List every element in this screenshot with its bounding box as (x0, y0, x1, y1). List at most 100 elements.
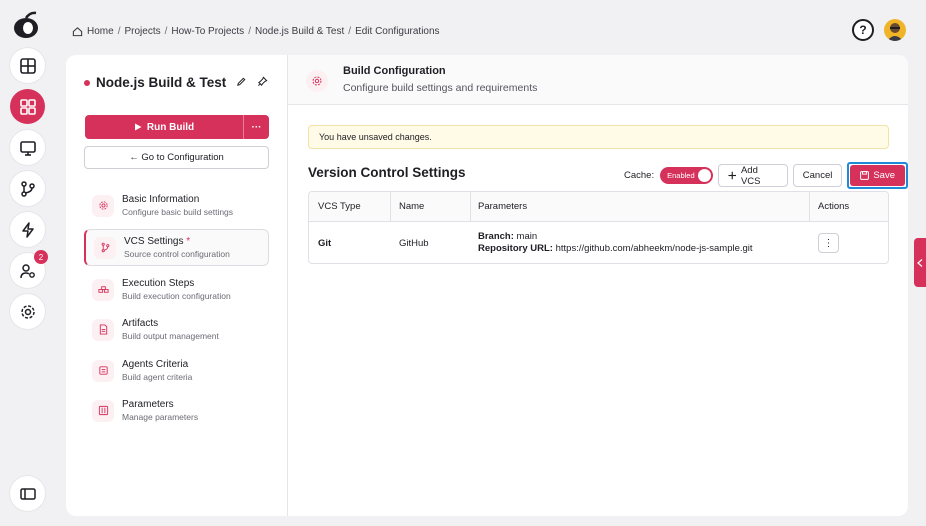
avatar[interactable] (884, 19, 906, 41)
gear-icon (306, 70, 328, 92)
rail-automation-button[interactable] (10, 212, 45, 247)
run-build-more-button[interactable]: ··· (243, 115, 269, 139)
nav-vcs-settings[interactable]: VCS Settings * Source control configurat… (84, 229, 269, 266)
main-card: Node.js Build & Test Run Build ··· ← Go … (66, 55, 908, 516)
monitor-icon (19, 140, 36, 156)
rail-projects-button[interactable] (10, 89, 45, 124)
table-header: VCS Type Name Parameters Actions (309, 192, 888, 222)
nav-text: Artifacts Build output management (122, 318, 219, 341)
nav-subtitle: Build agent criteria (122, 372, 193, 382)
run-build-main[interactable]: Run Build (85, 115, 243, 139)
vcs-parameters-cell: Branch: main Repository URL: https://git… (471, 222, 810, 263)
edit-icon[interactable] (236, 76, 247, 87)
user-gear-icon (19, 263, 35, 278)
nav-text: Agents Criteria Build agent criteria (122, 359, 192, 382)
nav-icon-wrap (92, 318, 114, 341)
nav-text: Basic Information Configure basic build … (122, 194, 233, 217)
nav-icon-wrap (92, 359, 114, 382)
cache-toggle[interactable]: Enabled (660, 167, 714, 184)
nav-title: Execution Steps (122, 278, 195, 289)
project-title: Node.js Build & Test (84, 75, 226, 90)
repo-value: https://github.com/abheekm/node-js-sampl… (555, 243, 753, 254)
grid-icon (19, 98, 36, 115)
row-actions-button[interactable]: ⋮ (818, 233, 839, 253)
nav-text: Execution Steps Build execution configur… (122, 278, 231, 301)
nav-basic-information[interactable]: Basic Information Configure basic build … (84, 187, 269, 224)
column-header: VCS Type (309, 192, 391, 221)
nav-subtitle: Build output management (122, 331, 219, 341)
nav-title: Basic Information (122, 194, 200, 205)
nav-title: Parameters (122, 399, 174, 410)
nav-title-label: VCS Settings (124, 236, 184, 247)
add-vcs-button[interactable]: Add VCS (718, 164, 788, 187)
required-marker: * (186, 236, 191, 247)
run-build-label: Run Build (146, 121, 195, 133)
nav-agents-criteria[interactable]: Agents Criteria Build agent criteria (84, 352, 269, 389)
run-build-button[interactable]: Run Build ··· (85, 115, 269, 139)
breadcrumb-project[interactable]: Node.js Build & Test (255, 26, 344, 37)
nav-title: Artifacts (122, 318, 159, 329)
content-header: Build Configuration Configure build sett… (288, 55, 908, 105)
cache-label: Cache: (624, 170, 655, 181)
rail-dashboard-button[interactable] (10, 48, 45, 83)
sliders-icon (98, 405, 108, 416)
save-icon (860, 171, 870, 180)
logo-icon[interactable] (12, 10, 42, 40)
sidebar-toggle-icon (19, 487, 36, 500)
git-branch-icon (20, 180, 35, 197)
vcs-actions-cell: ⋮ (810, 222, 888, 263)
steps-icon (97, 286, 109, 293)
breadcrumb-home[interactable]: Home (87, 26, 114, 37)
rail-monitor-button[interactable] (10, 130, 45, 165)
pin-icon[interactable] (257, 76, 268, 87)
save-button-focus-ring: Save (847, 162, 908, 189)
column-header: Parameters (471, 192, 810, 221)
rail-user-settings-button[interactable]: 2 (10, 250, 48, 288)
repo-param: Repository URL: https://github.com/abhee… (478, 243, 753, 255)
breadcrumb-separator: / (164, 25, 168, 37)
nav-execution-steps[interactable]: Execution Steps Build execution configur… (84, 271, 269, 308)
breadcrumb-how-to-projects[interactable]: How-To Projects (171, 26, 244, 37)
nav-icon-wrap (92, 194, 114, 217)
go-to-configuration-button[interactable]: ← Go to Configuration (84, 146, 269, 169)
gear-icon (20, 304, 35, 319)
parameters-list: Branch: main Repository URL: https://git… (478, 231, 753, 255)
vcs-table: VCS Type Name Parameters Actions Git Git… (308, 191, 889, 264)
rail-settings-button[interactable] (10, 294, 45, 329)
breadcrumb-current: Edit Configurations (355, 25, 440, 37)
nav-text: Parameters Manage parameters (122, 399, 198, 422)
column-header: Actions (818, 201, 850, 212)
breadcrumb-separator: / (348, 25, 352, 37)
nav-subtitle: Manage parameters (122, 412, 199, 422)
nav-text: VCS Settings * Source control configurat… (124, 236, 230, 259)
nav-icon-wrap (92, 399, 114, 422)
save-button[interactable]: Save (850, 165, 905, 186)
cancel-button[interactable]: Cancel (792, 164, 843, 187)
cache-toggle-state: Enabled (667, 171, 695, 180)
nav-subtitle: Source control configuration (124, 249, 230, 259)
nav-artifacts[interactable]: Artifacts Build output management (84, 311, 269, 348)
nav-title: Agents Criteria (122, 359, 189, 370)
lightning-icon (21, 221, 34, 238)
side-panel-toggle[interactable] (914, 238, 926, 287)
git-branch-icon (101, 242, 109, 253)
help-icon[interactable]: ? (852, 19, 874, 41)
user-avatar-icon (887, 23, 903, 41)
collapse-sidebar-button[interactable] (10, 476, 45, 511)
toggle-knob (698, 169, 712, 182)
branch-label: Branch: (478, 231, 514, 242)
gear-icon (98, 201, 108, 210)
nav-title: VCS Settings * (124, 236, 230, 247)
rail-version-control-button[interactable] (10, 171, 45, 206)
layout-icon (19, 57, 36, 74)
add-vcs-label: Add VCS (740, 164, 761, 187)
vcs-type-cell: Git (318, 237, 332, 249)
section-title: Version Control Settings (308, 165, 466, 180)
breadcrumb-projects[interactable]: Projects (124, 26, 160, 37)
top-right-actions: ? (852, 19, 906, 41)
content-subtitle: Configure build settings and requirement… (343, 82, 538, 94)
save-label: Save (873, 170, 895, 181)
notification-badge: 2 (34, 250, 48, 264)
chevron-left-icon (917, 258, 923, 267)
nav-parameters[interactable]: Parameters Manage parameters (84, 392, 269, 429)
